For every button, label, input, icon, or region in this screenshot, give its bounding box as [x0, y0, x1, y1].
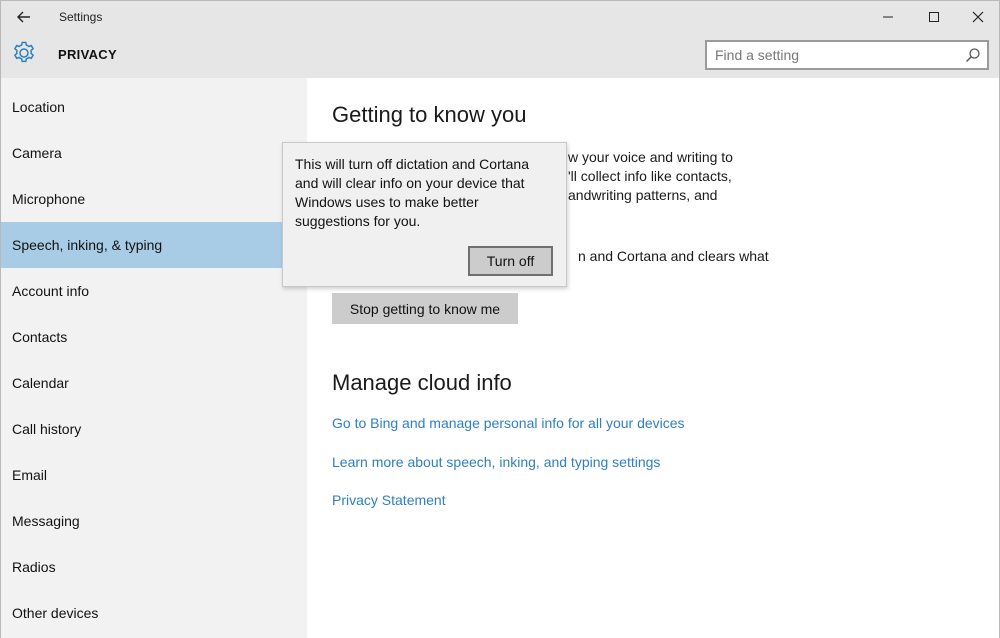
flyout-line: This will turn off dictation and Cortana	[295, 156, 529, 172]
flyout-line: and will clear info on your device that	[295, 175, 525, 191]
link-privacy-statement[interactable]: Privacy Statement	[332, 492, 446, 508]
sidebar: Location Camera Microphone Speech, inkin…	[1, 78, 307, 638]
sidebar-item-account-info[interactable]: Account info	[1, 268, 286, 314]
search-icon[interactable]	[965, 47, 981, 63]
gear-icon	[13, 41, 35, 63]
sidebar-item-other-devices[interactable]: Other devices	[1, 590, 286, 636]
back-arrow-icon	[17, 11, 30, 23]
sidebar-item-location[interactable]: Location	[1, 84, 286, 130]
sidebar-item-calendar[interactable]: Calendar	[1, 360, 286, 406]
settings-window: Settings PRIVACY Location	[0, 0, 1000, 638]
turn-off-button[interactable]: Turn off	[468, 246, 553, 276]
back-button[interactable]	[9, 5, 39, 29]
heading-manage-cloud-info: Manage cloud info	[332, 370, 512, 395]
link-learn-more-speech[interactable]: Learn more about speech, inking, and typ…	[332, 454, 660, 470]
sidebar-item-speech-inking-typing[interactable]: Speech, inking, & typing	[1, 222, 286, 268]
flyout-line: Windows uses to make better	[295, 194, 479, 210]
maximize-button[interactable]	[919, 5, 949, 29]
flyout-line: suggestions for you.	[295, 213, 421, 229]
link-bing-personal-info[interactable]: Go to Bing and manage personal info for …	[332, 415, 685, 431]
sidebar-item-messaging[interactable]: Messaging	[1, 498, 286, 544]
sidebar-item-email[interactable]: Email	[1, 452, 286, 498]
minimize-button[interactable]	[873, 5, 903, 29]
minimize-icon	[883, 16, 893, 18]
page-title: PRIVACY	[58, 47, 117, 62]
sidebar-item-radios[interactable]: Radios	[1, 544, 286, 590]
flyout-message: This will turn off dictation and Cortana…	[295, 155, 557, 231]
search-box[interactable]	[705, 40, 989, 70]
description-line: andwriting patterns, and	[568, 187, 718, 203]
search-input[interactable]	[715, 46, 955, 64]
description-line: w your voice and writing to	[568, 149, 733, 165]
heading-getting-to-know-you: Getting to know you	[332, 102, 527, 127]
stop-getting-to-know-me-button[interactable]: Stop getting to know me	[332, 293, 518, 324]
title-bar: Settings	[1, 1, 999, 33]
window-title: Settings	[59, 10, 103, 24]
close-button[interactable]	[963, 5, 993, 29]
sidebar-item-microphone[interactable]: Microphone	[1, 176, 286, 222]
settings-header: PRIVACY	[1, 33, 999, 78]
description-line: 'll collect info like contacts,	[568, 168, 732, 184]
sidebar-item-call-history[interactable]: Call history	[1, 406, 286, 452]
turn-off-confirmation-flyout: This will turn off dictation and Cortana…	[282, 142, 567, 287]
stop-description: n and Cortana and clears what	[578, 248, 769, 264]
sidebar-item-camera[interactable]: Camera	[1, 130, 286, 176]
sidebar-item-contacts[interactable]: Contacts	[1, 314, 286, 360]
description-paragraph: w your voice and writing to 'll collect …	[568, 148, 733, 205]
close-icon	[972, 11, 984, 23]
maximize-icon	[929, 12, 939, 22]
